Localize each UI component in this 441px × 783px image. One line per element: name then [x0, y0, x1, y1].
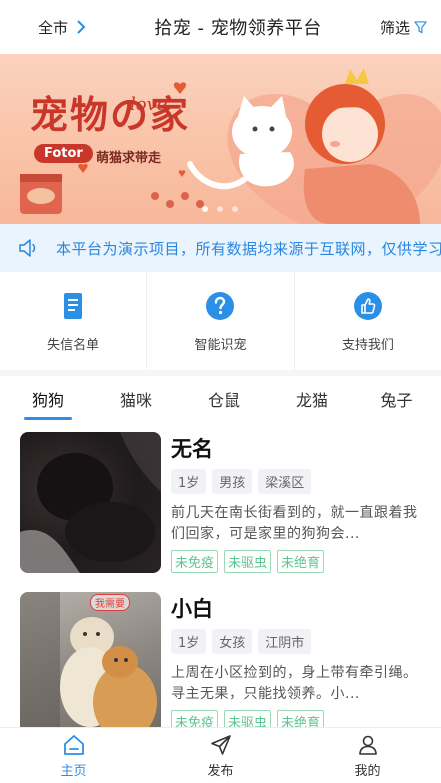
nav-label: 主页	[60, 763, 87, 779]
pet-card[interactable]: 我需要 小白 1岁 女孩 江阴市 上周在小区捡到的，身上带有牵引绳。寻主无果，只…	[20, 592, 421, 727]
pet-list: 无名 1岁 男孩 梁溪区 前几天在南长街看到的，就一直跟着我们回家，可是家里的狗…	[0, 422, 441, 727]
banner-brand-badge: Fotor	[34, 144, 93, 163]
city-label: 全市	[38, 18, 69, 37]
page-title: 拾宠 - 宠物领养平台	[154, 18, 322, 39]
tab-dogs[interactable]: 狗狗	[0, 376, 96, 422]
document-icon	[64, 292, 83, 319]
city-selector[interactable]: 全市	[38, 17, 86, 38]
nav-publish[interactable]: 发布	[147, 728, 294, 783]
pet-tags: 1岁 女孩 江阴市	[171, 629, 421, 654]
home-icon	[63, 734, 84, 755]
status-badge: 未绝育	[277, 710, 325, 727]
feature-support-us[interactable]: 支持我们	[295, 272, 441, 370]
category-tabs: 狗狗 猫咪 仓鼠 龙猫 兔子	[0, 376, 441, 422]
pet-name: 无名	[171, 437, 213, 461]
feature-grid: 失信名单 智能识宠 支持我们	[0, 272, 441, 370]
pet-health-status: 未免疫 未驱虫 未绝育	[171, 710, 421, 727]
pet-info: 无名 1岁 男孩 梁溪区 前几天在南长街看到的，就一直跟着我们回家，可是家里的狗…	[171, 432, 421, 574]
question-icon	[206, 291, 235, 320]
banner-illustration	[20, 68, 441, 224]
notice-bar: 本平台为演示项目，所有数据均来源于互联网，仅供学习交流使用	[0, 224, 441, 272]
nav-home[interactable]: 主页	[0, 728, 147, 783]
status-badge: 未驱虫	[224, 710, 272, 727]
location-tag: 江阴市	[258, 629, 312, 654]
feature-label: 失信名单	[47, 337, 100, 353]
pet-description: 前几天在南长街看到的，就一直跟着我们回家，可是家里的狗狗会...	[171, 505, 418, 542]
send-icon	[210, 734, 231, 755]
gender-tag: 男孩	[212, 469, 253, 494]
thumbs-up-icon	[353, 291, 382, 320]
nav-label: 我的	[354, 763, 381, 779]
status-badge: 未驱虫	[224, 550, 272, 573]
funnel-icon	[414, 20, 427, 33]
nav-profile[interactable]: 我的	[294, 728, 441, 783]
location-tag: 梁溪区	[258, 469, 312, 494]
photo-stamp: 我需要	[90, 594, 130, 611]
tab-rabbits[interactable]: 兔子	[352, 376, 441, 422]
pet-photo	[20, 432, 161, 573]
notice-text: 本平台为演示项目，所有数据均来源于互联网，仅供学习交流使用	[56, 239, 441, 258]
tab-chinchillas[interactable]: 龙猫	[272, 376, 352, 422]
nav-label: 发布	[207, 763, 234, 779]
top-header: 全市 拾宠 - 宠物领养平台 筛选	[0, 0, 441, 54]
banner-slogan: 萌猫求带走	[96, 151, 162, 166]
promo-banner[interactable]: 宠物の家 love Fotor 萌猫求带走	[0, 54, 441, 224]
feature-label: 智能识宠	[194, 337, 247, 353]
speaker-icon	[19, 239, 36, 257]
pet-tags: 1岁 男孩 梁溪区	[171, 469, 421, 494]
age-tag: 1岁	[171, 469, 207, 494]
banner-love-text: love	[130, 94, 168, 115]
pet-info: 小白 1岁 女孩 江阴市 上周在小区捡到的，身上带有牵引绳。寻主无果，只能找领养…	[171, 592, 421, 727]
bottom-navigation: 主页 发布 我的	[0, 727, 441, 783]
tab-hamsters[interactable]: 仓鼠	[176, 376, 272, 422]
feature-pet-recognition[interactable]: 智能识宠	[147, 272, 295, 370]
status-badge: 未免疫	[171, 710, 219, 727]
status-badge: 未免疫	[171, 550, 219, 573]
filter-button[interactable]: 筛选	[380, 17, 427, 38]
filter-label: 筛选	[379, 18, 410, 37]
status-badge: 未绝育	[277, 550, 325, 573]
pet-card[interactable]: 无名 1岁 男孩 梁溪区 前几天在南长街看到的，就一直跟着我们回家，可是家里的狗…	[20, 432, 421, 574]
feature-blacklist[interactable]: 失信名单	[0, 272, 148, 370]
gender-tag: 女孩	[212, 629, 253, 654]
pet-name: 小白	[171, 597, 213, 621]
pet-photo: 我需要	[20, 592, 161, 727]
user-icon	[358, 735, 377, 755]
pet-health-status: 未免疫 未驱虫 未绝育	[171, 550, 421, 573]
chevron-right-icon	[77, 20, 86, 34]
tab-cats[interactable]: 猫咪	[96, 376, 176, 422]
pet-description: 上周在小区捡到的，身上带有牵引绳。寻主无果，只能找领养。小...	[171, 665, 418, 702]
feature-label: 支持我们	[341, 337, 394, 353]
age-tag: 1岁	[171, 629, 207, 654]
